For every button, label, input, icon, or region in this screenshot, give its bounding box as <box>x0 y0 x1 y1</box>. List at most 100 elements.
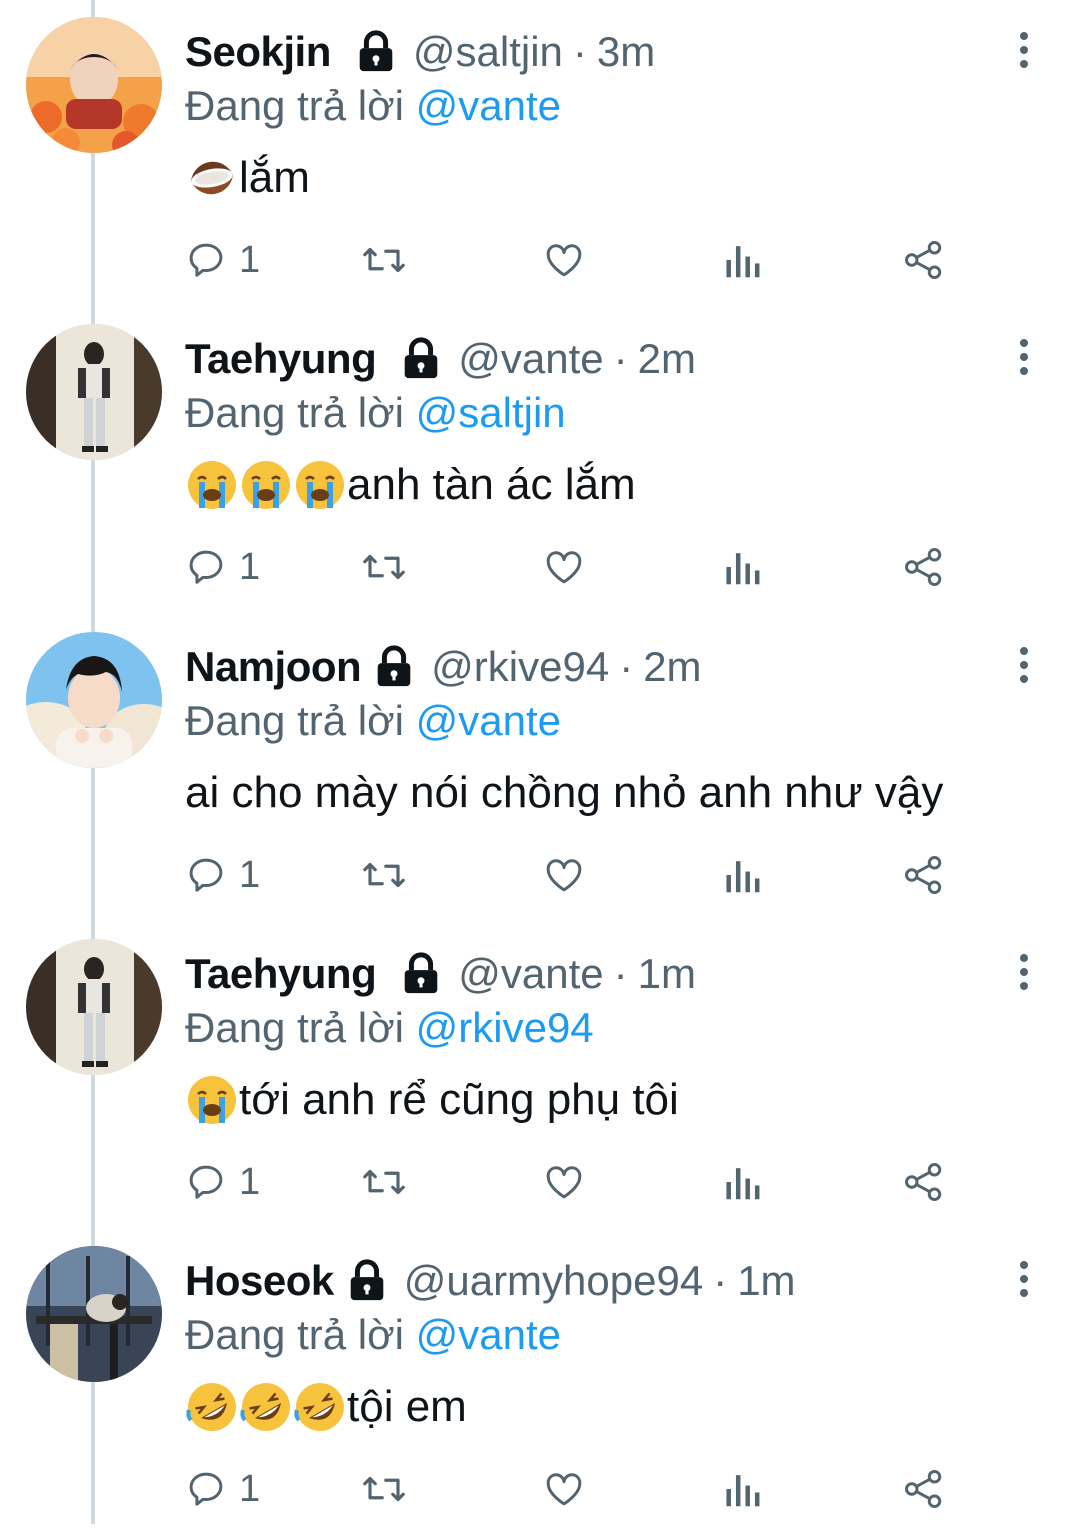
timestamp[interactable]: 3m <box>597 24 655 80</box>
share-icon <box>905 1470 942 1508</box>
display-name[interactable]: Seokjin <box>185 24 331 80</box>
mention-link[interactable]: @vante <box>416 82 561 129</box>
tweet-header: Taehyung @vante · 2m <box>185 331 696 387</box>
reply-icon <box>189 1472 223 1506</box>
separator: · <box>619 643 634 690</box>
retweet-icon <box>363 1476 405 1502</box>
analytics-icon <box>726 553 760 585</box>
analytics-button[interactable] <box>723 236 761 284</box>
handle[interactable]: @rkive94 <box>431 639 609 695</box>
avatar[interactable] <box>26 632 162 768</box>
crying-face-emoji <box>242 461 290 509</box>
analytics-icon <box>726 1475 760 1507</box>
tweet-4[interactable]: Hoseok @uarmyhope94 · 1m Đang trả lời @v… <box>0 1229 1080 1536</box>
tweet-header: Namjoon @rkive94 · 2m <box>185 639 702 695</box>
like-icon <box>546 1473 582 1506</box>
timestamp[interactable]: 2m <box>643 639 701 695</box>
reply-button[interactable]: 1 <box>185 236 260 284</box>
avatar[interactable] <box>26 939 162 1075</box>
avatar[interactable] <box>26 324 162 460</box>
analytics-icon <box>726 861 760 893</box>
reply-count: 1 <box>239 854 261 896</box>
more-icon[interactable] <box>1012 952 1036 992</box>
mention-link[interactable]: @vante <box>416 1311 561 1358</box>
rofl-emoji <box>294 1383 344 1431</box>
reply-button[interactable]: 1 <box>185 1158 260 1206</box>
analytics-button[interactable] <box>723 851 761 899</box>
avatar[interactable] <box>26 17 162 153</box>
retweet-button[interactable] <box>361 1158 407 1206</box>
analytics-icon <box>726 1168 760 1200</box>
handle[interactable]: @saltjin <box>413 24 563 80</box>
tweet-0[interactable]: Seokjin @saltjin · 3m Đang trả lời @vant… <box>0 0 1080 307</box>
replying-to: Đang trả lời @vante <box>185 78 561 134</box>
tweet-text-content: anh tàn ác lắm <box>347 460 636 509</box>
reply-button[interactable]: 1 <box>185 1465 260 1513</box>
like-button[interactable] <box>543 1158 585 1206</box>
mention-link[interactable]: @saltjin <box>416 389 566 436</box>
display-name[interactable]: Hoseok <box>185 1253 334 1309</box>
tweet-header: Seokjin @saltjin · 3m <box>185 24 655 80</box>
tweet-3[interactable]: Taehyung @vante · 1m Đang trả lời @rkive… <box>0 922 1080 1229</box>
avatar[interactable] <box>26 1246 162 1382</box>
handle[interactable]: @vante <box>458 331 603 387</box>
share-button[interactable] <box>903 1465 945 1513</box>
lock-icon <box>350 1259 384 1301</box>
reply-button[interactable]: 1 <box>185 543 260 591</box>
analytics-button[interactable] <box>723 543 761 591</box>
reply-button[interactable]: 1 <box>185 851 260 899</box>
like-button[interactable] <box>543 236 585 284</box>
retweet-button[interactable] <box>361 1465 407 1513</box>
mention-link[interactable]: @vante <box>416 697 561 744</box>
share-button[interactable] <box>903 236 945 284</box>
separator: · <box>713 1257 728 1304</box>
separator: · <box>572 28 587 75</box>
tweet-header: Taehyung @vante · 1m <box>185 946 696 1002</box>
more-icon[interactable] <box>1012 1259 1036 1299</box>
reply-icon <box>189 1165 223 1199</box>
timestamp[interactable]: 2m <box>638 331 696 387</box>
retweet-button[interactable] <box>361 851 407 899</box>
share-button[interactable] <box>903 851 945 899</box>
handle[interactable]: @uarmyhope94 <box>404 1253 703 1309</box>
tweet-2[interactable]: Namjoon @rkive94 · 2m Đang trả lời @vant… <box>0 615 1080 922</box>
like-button[interactable] <box>543 1465 585 1513</box>
like-button[interactable] <box>543 851 585 899</box>
tweet-text-content: lắm <box>239 153 310 202</box>
display-name[interactable]: Taehyung <box>185 331 377 387</box>
analytics-button[interactable] <box>723 1158 761 1206</box>
reply-count: 1 <box>239 546 261 588</box>
mention-link[interactable]: @rkive94 <box>416 1004 594 1051</box>
analytics-button[interactable] <box>723 1465 761 1513</box>
share-button[interactable] <box>903 1158 945 1206</box>
retweet-button[interactable] <box>361 236 407 284</box>
share-icon <box>905 1163 942 1201</box>
rofl-emoji <box>186 1383 236 1431</box>
lock-icon <box>404 337 438 379</box>
like-button[interactable] <box>543 543 585 591</box>
retweet-button[interactable] <box>361 543 407 591</box>
share-icon <box>905 548 942 586</box>
timestamp[interactable]: 1m <box>737 1253 795 1309</box>
lock-icon <box>404 952 438 994</box>
more-icon[interactable] <box>1012 337 1036 377</box>
lock-icon <box>377 645 411 687</box>
replying-to: Đang trả lời @vante <box>185 1307 561 1363</box>
share-icon <box>905 241 942 279</box>
reply-icon <box>189 550 223 584</box>
share-button[interactable] <box>903 543 945 591</box>
action-bar: 1 <box>185 543 965 591</box>
display-name[interactable]: Namjoon <box>185 639 362 695</box>
display-name[interactable]: Taehyung <box>185 946 377 1002</box>
reply-icon <box>189 243 223 277</box>
handle[interactable]: @vante <box>458 946 603 1002</box>
replying-label: Đang trả lời <box>185 389 404 436</box>
more-icon[interactable] <box>1012 30 1036 70</box>
timestamp[interactable]: 1m <box>638 946 696 1002</box>
reply-icon <box>189 858 223 892</box>
retweet-icon <box>363 1169 405 1195</box>
replying-to: Đang trả lời @vante <box>185 693 561 749</box>
more-icon[interactable] <box>1012 645 1036 685</box>
coconut-emoji <box>191 161 233 195</box>
tweet-1[interactable]: Taehyung @vante · 2m Đang trả lời @saltj… <box>0 307 1080 614</box>
